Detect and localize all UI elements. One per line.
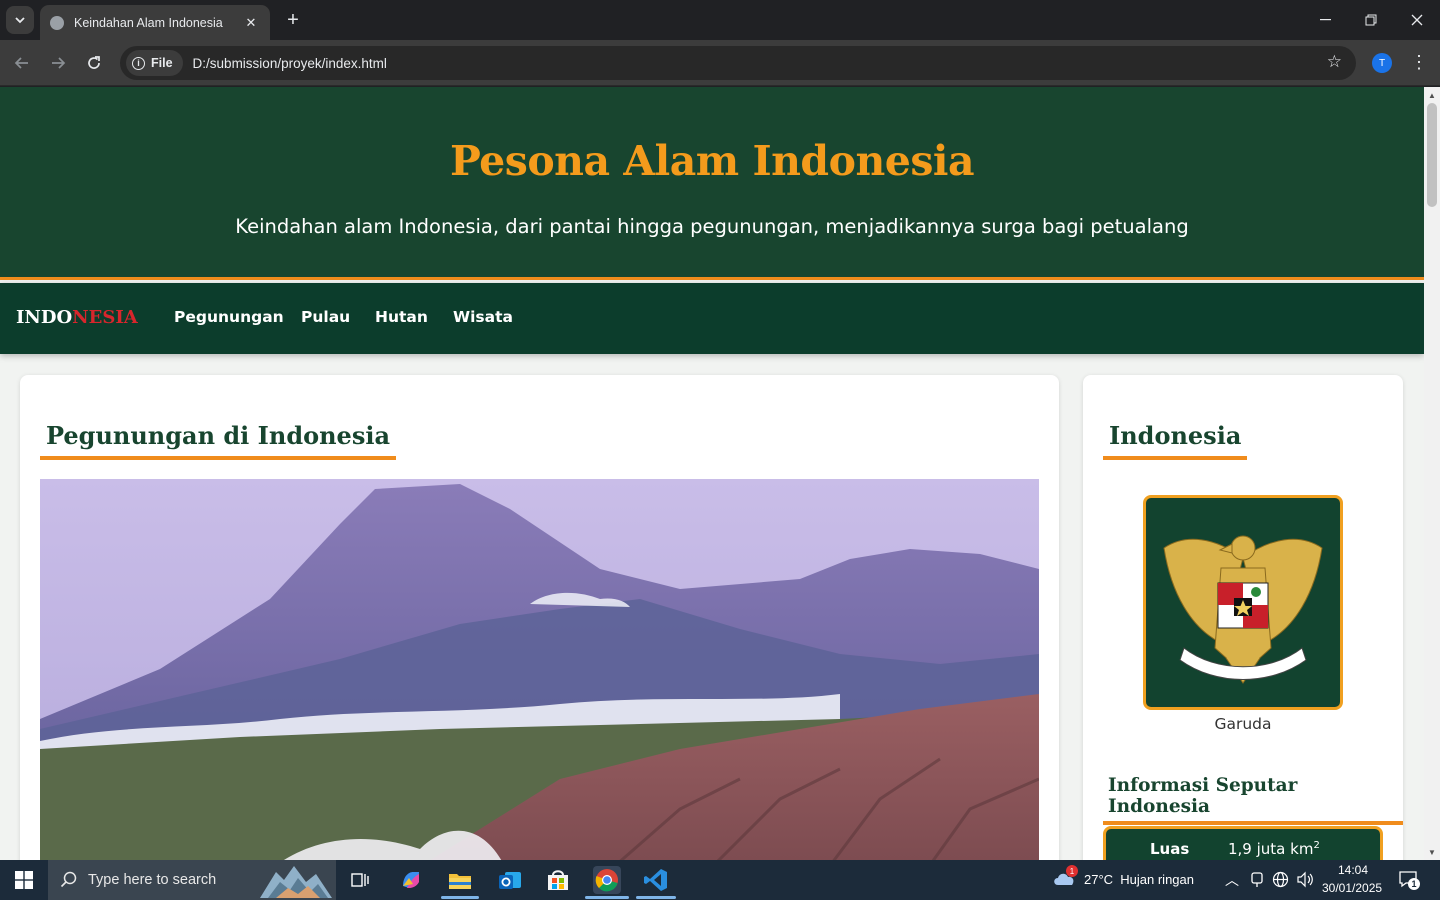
globe-icon <box>50 15 64 30</box>
reload-icon <box>88 56 100 69</box>
article-heading: Pegunungan di Indonesia <box>40 421 397 460</box>
brand-part-1: INDO <box>16 307 73 328</box>
page-subtitle: Keindahan alam Indonesia, dari pantai hi… <box>235 215 1189 238</box>
sidebar-card: Indonesia Garuda Informasi Seputar Indon… <box>1083 375 1403 860</box>
page-title: Pesona Alam Indonesia <box>449 137 975 185</box>
clock-date[interactable]: 30/01/2025 <box>1322 881 1382 895</box>
weather-text[interactable]: 27°C Hujan ringan <box>1084 872 1194 887</box>
minimize-button[interactable] <box>1302 0 1348 40</box>
info-value-text: 1,9 juta km <box>1228 840 1314 858</box>
notification-center-icon[interactable]: 1 <box>1398 870 1420 890</box>
page-viewport: Pesona Alam Indonesia Keindahan alam Ind… <box>0 87 1424 860</box>
scroll-down-icon[interactable]: ▼ <box>1424 844 1440 860</box>
close-icon <box>1411 14 1423 26</box>
scrollbar-thumb[interactable] <box>1427 103 1437 207</box>
info-value-luas: 1,9 juta km2 <box>1228 840 1320 858</box>
back-button[interactable] <box>10 51 34 75</box>
close-window-button[interactable] <box>1394 0 1440 40</box>
brand-logo[interactable]: INDONESIA <box>16 307 138 328</box>
close-tab-icon[interactable]: ✕ <box>242 15 260 31</box>
info-table: Luas 1,9 juta km2 <box>1103 826 1383 860</box>
info-label-luas: Luas <box>1150 840 1190 858</box>
restore-button[interactable] <box>1348 0 1394 40</box>
windows-taskbar: Type here to search 1 27°C Hujan ringan … <box>0 860 1440 900</box>
vscode-icon[interactable] <box>642 866 670 894</box>
volume-icon[interactable] <box>1296 871 1314 893</box>
chip-label: File <box>151 56 173 70</box>
new-tab-button[interactable]: + <box>282 8 304 32</box>
nav-link-pegunungan[interactable]: Pegunungan <box>174 308 284 326</box>
sidebar-heading: Indonesia <box>1103 421 1248 460</box>
brand-part-2: NESIA <box>72 307 138 328</box>
clock-time[interactable]: 14:04 <box>1338 863 1368 877</box>
emblem-caption: Garuda <box>1214 715 1272 733</box>
restore-icon <box>1365 14 1377 26</box>
main-article-card: Pegunungan di Indonesia <box>20 375 1059 860</box>
site-info-chip[interactable]: i File <box>126 50 183 76</box>
url-text[interactable]: D:/submission/proyek/index.html <box>193 56 387 71</box>
search-icon <box>60 871 77 888</box>
hero-header: Pesona Alam Indonesia Keindahan alam Ind… <box>0 87 1424 280</box>
weather-badge: 1 <box>1066 865 1078 877</box>
forward-button[interactable] <box>46 51 70 75</box>
file-explorer-icon[interactable] <box>446 866 474 894</box>
tray-expand-icon[interactable]: ︿ <box>1225 870 1239 890</box>
bookmark-star-icon[interactable]: ☆ <box>1327 52 1342 72</box>
search-highlight-icon <box>260 866 332 898</box>
chevron-down-icon <box>15 17 25 24</box>
arrow-left-icon <box>14 57 28 69</box>
page-scrollbar[interactable]: ▲ ▼ <box>1424 87 1440 860</box>
info-icon: i <box>132 56 145 70</box>
taskbar-search[interactable]: Type here to search <box>48 860 336 900</box>
arrow-right-icon <box>52 57 66 69</box>
outlook-icon[interactable] <box>496 866 524 894</box>
tab-search-button[interactable] <box>6 6 34 34</box>
reload-button[interactable] <box>82 51 106 75</box>
weather-widget[interactable]: 1 <box>1052 865 1078 891</box>
chrome-active-indicator <box>585 896 629 899</box>
copilot-icon[interactable] <box>397 866 425 894</box>
browser-tab-bar: Keindahan Alam Indonesia ✕ + <box>0 0 1440 40</box>
vscode-active-indicator <box>636 896 676 899</box>
active-tab[interactable]: Keindahan Alam Indonesia ✕ <box>40 5 270 40</box>
browser-toolbar: i File D:/submission/proyek/index.html ☆ <box>0 40 1440 86</box>
nav-link-hutan[interactable]: Hutan <box>375 308 428 326</box>
info-heading: Informasi Seputar Indonesia <box>1103 775 1403 825</box>
search-placeholder: Type here to search <box>88 872 217 888</box>
chrome-icon[interactable] <box>593 866 621 894</box>
network-globe-icon[interactable] <box>1272 871 1289 893</box>
menu-kebab-icon[interactable]: ⋮ <box>1410 52 1428 73</box>
windows-logo-icon <box>15 871 33 889</box>
minimize-icon <box>1319 19 1331 21</box>
file-explorer-active-indicator <box>441 896 479 899</box>
scroll-up-icon[interactable]: ▲ <box>1424 87 1440 103</box>
mountain-image <box>40 479 1039 860</box>
nav-link-pulau[interactable]: Pulau <box>301 308 350 326</box>
garuda-icon <box>1163 535 1323 684</box>
notification-count: 1 <box>1408 878 1420 890</box>
meet-now-icon[interactable] <box>1250 872 1264 893</box>
garuda-emblem <box>1143 495 1343 710</box>
info-value-superscript: 2 <box>1313 840 1320 851</box>
start-button[interactable] <box>0 860 48 900</box>
nav-link-wisata[interactable]: Wisata <box>453 308 513 326</box>
store-icon[interactable] <box>544 866 572 894</box>
main-navbar: INDONESIA Pegunungan Pulau Hutan Wisata <box>0 283 1424 354</box>
tab-title: Keindahan Alam Indonesia <box>74 15 223 30</box>
task-view-icon[interactable] <box>346 866 374 894</box>
profile-avatar[interactable]: T <box>1372 53 1392 73</box>
address-bar[interactable]: i File D:/submission/proyek/index.html ☆ <box>120 46 1356 80</box>
